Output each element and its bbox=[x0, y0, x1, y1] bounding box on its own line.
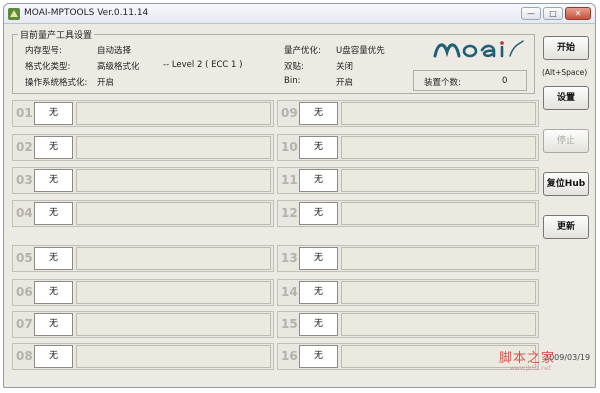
port-number: 09 bbox=[281, 106, 298, 120]
app-icon bbox=[8, 8, 20, 20]
port-status: 无 bbox=[34, 313, 73, 336]
device-count-box: 装置个数: 0 bbox=[413, 70, 527, 91]
port-progress-bar bbox=[341, 136, 536, 159]
port-slot: 14 无 bbox=[277, 279, 539, 306]
double-label: 双贴: bbox=[284, 62, 304, 72]
port-number: 16 bbox=[281, 349, 298, 363]
reset-hub-button[interactable]: 复位Hub bbox=[543, 172, 589, 196]
port-progress-bar bbox=[76, 345, 271, 368]
port-number: 03 bbox=[16, 173, 33, 187]
port-number: 02 bbox=[16, 140, 33, 154]
os-format-value: 开启 bbox=[97, 78, 115, 88]
format-level: -- Level 2 ( ECC 1 ) bbox=[163, 60, 243, 70]
port-slot: 04 无 bbox=[12, 200, 274, 227]
port-slot: 11 无 bbox=[277, 167, 539, 194]
port-status: 无 bbox=[34, 202, 73, 225]
port-slot: 12 无 bbox=[277, 200, 539, 227]
port-status: 无 bbox=[299, 345, 338, 368]
port-status: 无 bbox=[299, 247, 338, 270]
minimize-button[interactable]: — bbox=[521, 7, 541, 20]
port-status: 无 bbox=[34, 247, 73, 270]
port-progress-bar bbox=[76, 169, 271, 192]
port-slot: 05 无 bbox=[12, 245, 274, 272]
port-number: 14 bbox=[281, 285, 298, 299]
format-type-value: 高级格式化 bbox=[97, 62, 140, 72]
optimize-label: 量产优化: bbox=[284, 46, 321, 56]
port-slot: 15 无 bbox=[277, 311, 539, 338]
port-progress-bar bbox=[341, 169, 536, 192]
stop-button[interactable]: 停止 bbox=[543, 129, 589, 153]
update-button[interactable]: 更新 bbox=[543, 215, 589, 239]
watermark-url: www.jb51.net bbox=[510, 365, 551, 372]
optimize-value: U盘容量优先 bbox=[336, 46, 385, 56]
port-status: 无 bbox=[299, 202, 338, 225]
port-progress-bar bbox=[76, 247, 271, 270]
port-status: 无 bbox=[34, 102, 73, 125]
port-number: 15 bbox=[281, 317, 298, 331]
window-title: MOAI-MPTOOLS Ver.0.11.14 bbox=[24, 8, 149, 18]
port-number: 06 bbox=[16, 285, 33, 299]
port-slot: 08 无 bbox=[12, 343, 274, 370]
port-number: 01 bbox=[16, 106, 33, 120]
port-slot: 09 无 bbox=[277, 100, 539, 127]
double-value: 关闭 bbox=[336, 62, 354, 72]
port-progress-bar bbox=[341, 247, 536, 270]
port-progress-bar bbox=[76, 313, 271, 336]
port-slot: 10 无 bbox=[277, 134, 539, 161]
device-count-label: 装置个数: bbox=[424, 78, 461, 88]
port-progress-bar bbox=[341, 313, 536, 336]
port-progress-bar bbox=[76, 202, 271, 225]
port-progress-bar bbox=[341, 102, 536, 125]
port-slot: 06 无 bbox=[12, 279, 274, 306]
port-progress-bar bbox=[76, 102, 271, 125]
port-number: 13 bbox=[281, 251, 298, 265]
port-status: 无 bbox=[299, 102, 338, 125]
port-status: 无 bbox=[34, 136, 73, 159]
port-number: 07 bbox=[16, 317, 33, 331]
port-status: 无 bbox=[299, 136, 338, 159]
port-number: 12 bbox=[281, 206, 298, 220]
port-status: 无 bbox=[34, 169, 73, 192]
port-number: 10 bbox=[281, 140, 298, 154]
port-status: 无 bbox=[299, 281, 338, 304]
port-slot: 13 无 bbox=[277, 245, 539, 272]
maximize-button[interactable]: □ bbox=[543, 7, 563, 20]
port-progress-bar bbox=[76, 136, 271, 159]
app-window: MOAI-MPTOOLS Ver.0.11.14 — □ ✕ 目前量产工具设置 … bbox=[3, 3, 596, 388]
memory-type-label: 内存型号: bbox=[25, 46, 62, 56]
port-slot: 03 无 bbox=[12, 167, 274, 194]
port-slot: 02 无 bbox=[12, 134, 274, 161]
format-type-label: 格式化类型: bbox=[25, 62, 71, 72]
port-progress-bar bbox=[341, 202, 536, 225]
port-progress-bar bbox=[341, 281, 536, 304]
port-status: 无 bbox=[34, 281, 73, 304]
port-progress-bar bbox=[76, 281, 271, 304]
watermark: 脚本之家 bbox=[499, 351, 556, 366]
port-status: 无 bbox=[299, 313, 338, 336]
port-slot: 07 无 bbox=[12, 311, 274, 338]
title-bar[interactable]: MOAI-MPTOOLS Ver.0.11.14 — □ ✕ bbox=[4, 4, 595, 24]
moai-logo bbox=[433, 40, 524, 58]
settings-button[interactable]: 设置 bbox=[543, 86, 589, 110]
close-button[interactable]: ✕ bbox=[565, 7, 591, 20]
bin-label: Bin: bbox=[284, 76, 301, 86]
memory-type-value: 自动选择 bbox=[97, 46, 132, 56]
port-number: 04 bbox=[16, 206, 33, 220]
bin-value: 开启 bbox=[336, 78, 354, 88]
os-format-label: 操作系统格式化: bbox=[25, 78, 88, 88]
port-status: 无 bbox=[299, 169, 338, 192]
port-number: 08 bbox=[16, 349, 33, 363]
port-number: 11 bbox=[281, 173, 298, 187]
start-shortcut-hint: (Alt+Space) bbox=[542, 68, 588, 77]
start-button[interactable]: 开始 bbox=[543, 36, 589, 60]
port-status: 无 bbox=[34, 345, 73, 368]
port-slot: 01 无 bbox=[12, 100, 274, 127]
settings-legend: 目前量产工具设置 bbox=[18, 28, 95, 41]
device-count-value: 0 bbox=[502, 76, 508, 86]
port-number: 05 bbox=[16, 251, 33, 265]
